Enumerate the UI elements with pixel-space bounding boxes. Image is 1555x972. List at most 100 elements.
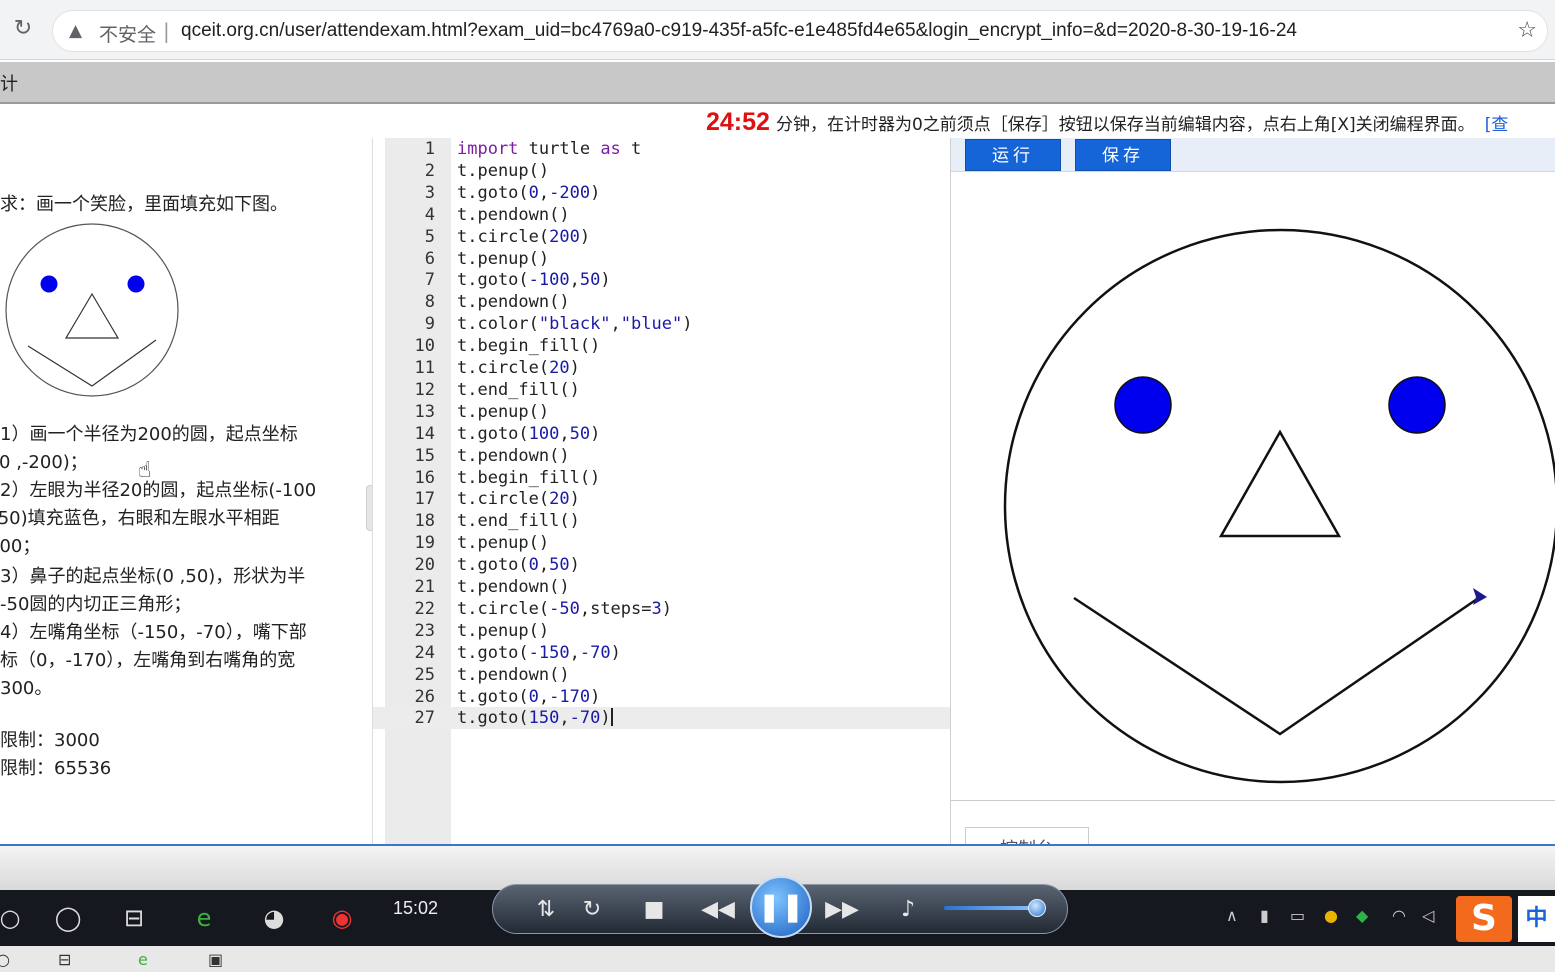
stop-icon[interactable]: ■ [637,895,671,925]
code-line[interactable]: 22 t.circle(-50,steps=3) [373,598,951,620]
code-line[interactable]: 26 t.goto(0,-170) [373,686,951,708]
output-panel: 运行 保存 控制台 [950,138,1555,871]
code-line[interactable]: 2 t.penup() [373,160,951,182]
rewind-icon[interactable]: ◀◀ [701,895,735,925]
time-limit: 时间限制：3000 [0,730,100,751]
code-text[interactable]: t.pendown() [457,576,570,598]
pause-button[interactable]: ❚❚ [750,876,812,938]
warning-icon[interactable]: ▲ [69,21,82,41]
code-line[interactable]: 27 t.goto(150,-70) [373,707,951,730]
code-text[interactable]: t.color("black","blue") [457,313,692,335]
search-icon[interactable]: ○ [0,902,26,934]
app-header: 计 [0,62,1555,104]
cortana-icon[interactable]: ◯ [52,902,84,934]
save-button[interactable]: 保存 [1075,139,1171,171]
code-text[interactable]: t.circle(200) [457,226,590,248]
code-line[interactable]: 18 t.end_fill() [373,510,951,532]
microphone-icon[interactable]: ▮ [1260,906,1269,925]
code-text[interactable]: t.begin_fill() [457,467,600,489]
volume-knob[interactable] [1028,899,1046,917]
code-text[interactable]: t.circle(20) [457,488,580,510]
code-line[interactable]: 6 t.penup() [373,248,951,270]
problem-desc-line: （3）鼻子的起点坐标(0 ,50)，形状为半 [0,566,306,587]
insecure-label[interactable]: 不安全 [99,20,156,47]
example-mouth [27,339,157,387]
address-bar[interactable]: ▲ 不安全 | qceit.org.cn/user/attendexam.htm… [52,10,1548,52]
code-line[interactable]: 10 t.begin_fill() [373,335,951,357]
code-text[interactable]: t.penup() [457,620,549,642]
qq-tray-icon[interactable]: ● [1324,906,1338,925]
code-line[interactable]: 23 t.penup() [373,620,951,642]
timer-extra-link[interactable]: [查 [1485,115,1509,135]
code-line[interactable]: 4 t.pendown() [373,204,951,226]
code-text[interactable]: t.goto(0,50) [457,554,580,576]
code-line[interactable]: 5 t.circle(200) [373,226,951,248]
code-text[interactable]: t.circle(-50,steps=3) [457,598,672,620]
repeat-icon[interactable]: ↻ [575,895,609,925]
switch-mode-icon[interactable]: ⇅ [529,895,563,925]
code-line[interactable]: 17 t.circle(20) [373,488,951,510]
problem-desc-line: 坐标（0，-170），左嘴角到右嘴角的宽 [0,650,296,671]
example-face-circle [5,223,179,397]
url-text[interactable]: qceit.org.cn/user/attendexam.html?exam_u… [181,20,1297,42]
tray-expand-icon[interactable]: ∧ [1226,906,1238,925]
code-line[interactable]: 9 t.color("black","blue") [373,313,951,335]
code-line[interactable]: 7 t.goto(-100,50) [373,269,951,291]
reload-icon[interactable]: ↻ [10,16,36,42]
code-text[interactable]: t.pendown() [457,204,570,226]
bookmark-star-icon[interactable]: ☆ [1517,18,1537,43]
code-line[interactable]: 1 import turtle as t [373,138,951,160]
line-number: 12 [414,379,435,400]
code-text[interactable]: t.penup() [457,532,549,554]
code-text[interactable]: import turtle as t [457,138,641,160]
left-eye [1114,376,1172,434]
security-tray-icon[interactable]: ◆ [1356,906,1368,925]
code-line[interactable]: 12 t.end_fill() [373,379,951,401]
code-line[interactable]: 11 t.circle(20) [373,357,951,379]
code-editor[interactable]: 1 import turtle as t 2 t.penup() 3 t.goto(0,-… [372,138,951,874]
code-line[interactable]: 24 t.goto(-150,-70) [373,642,951,664]
battery-icon[interactable]: ▭ [1290,906,1305,925]
code-text[interactable]: t.goto(0,-170) [457,686,600,708]
volume-slider[interactable] [944,906,1040,910]
line-number: 19 [414,533,435,554]
code-text[interactable]: t.end_fill() [457,510,580,532]
sogou-ime-icon[interactable]: S [1456,896,1512,942]
code-text[interactable]: t.pendown() [457,445,570,467]
network-icon[interactable]: ◠ [1392,906,1406,925]
code-text[interactable]: t.begin_fill() [457,335,600,357]
code-line[interactable]: 3 t.goto(0,-200) [373,182,951,204]
qq-icon[interactable]: ◕ [258,902,290,934]
code-text[interactable]: t.pendown() [457,664,570,686]
chrome-icon[interactable]: ◉ [326,902,358,934]
fast-forward-icon[interactable]: ▶▶ [825,895,859,925]
code-text[interactable]: t.end_fill() [457,379,580,401]
code-line[interactable]: 20 t.goto(0,50) [373,554,951,576]
code-line[interactable]: 19 t.penup() [373,532,951,554]
run-button[interactable]: 运行 [965,139,1061,171]
strip-folder-icon: ▣ [208,950,224,969]
code-line[interactable]: 16 t.begin_fill() [373,467,951,489]
code-text[interactable]: t.pendown() [457,291,570,313]
line-number: 21 [414,577,435,597]
code-text[interactable]: t.goto(100,50) [457,423,600,445]
code-text[interactable]: t.circle(20) [457,357,580,379]
code-text[interactable]: t.goto(0,-200) [457,182,600,204]
code-text[interactable]: t.penup() [457,248,549,270]
volume-icon[interactable]: ♪ [891,895,925,925]
code-line[interactable]: 25 t.pendown() [373,664,951,686]
code-text[interactable]: t.goto(150,-70) [457,707,613,729]
code-line[interactable]: 13 t.penup() [373,401,951,423]
ie-browser-icon[interactable]: e [188,902,220,934]
code-line[interactable]: 14 t.goto(100,50) [373,423,951,445]
task-view-icon[interactable]: ⊟ [118,902,150,934]
code-text[interactable]: t.penup() [457,401,549,423]
ime-chinese-indicator[interactable]: 中 [1518,896,1555,942]
code-line[interactable]: 21 t.pendown() [373,576,951,598]
code-text[interactable]: t.goto(-100,50) [457,269,611,291]
code-line[interactable]: 15 t.pendown() [373,445,951,467]
speaker-icon[interactable]: ◁ [1422,906,1434,925]
code-text[interactable]: t.goto(-150,-70) [457,642,621,664]
code-text[interactable]: t.penup() [457,160,549,182]
code-line[interactable]: 8 t.pendown() [373,291,951,313]
